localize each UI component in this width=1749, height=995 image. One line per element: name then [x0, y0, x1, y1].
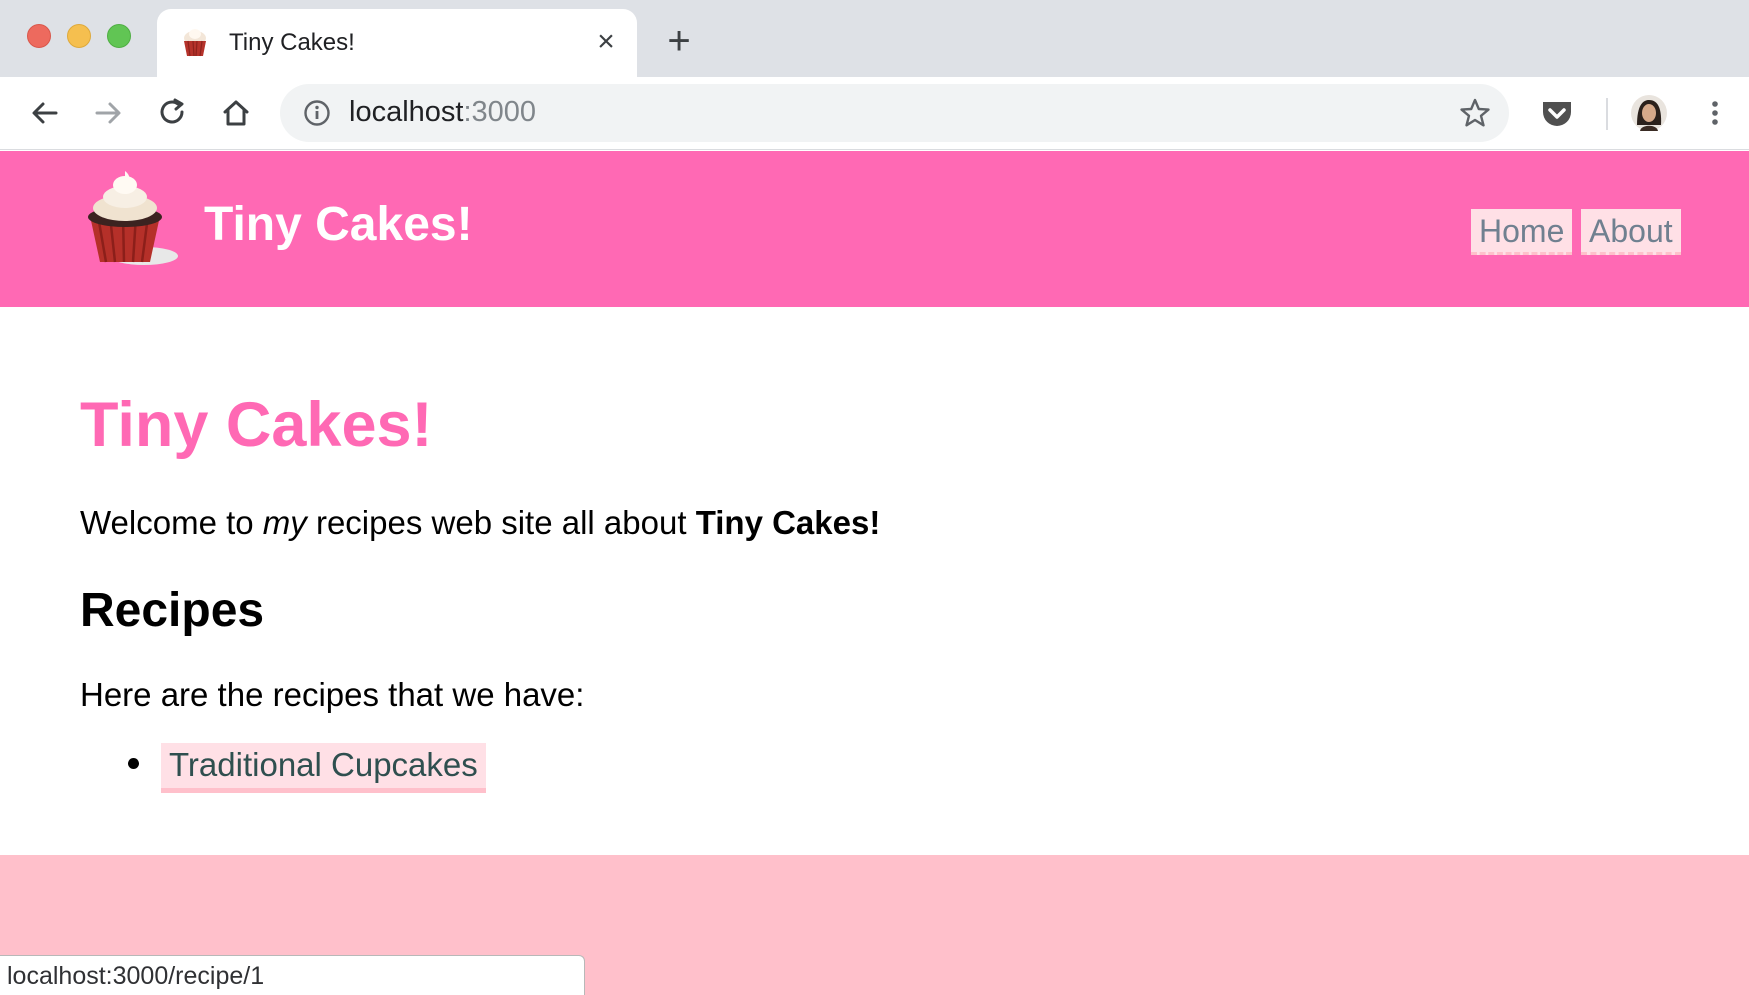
close-window-button[interactable]: [27, 24, 51, 48]
menu-icon[interactable]: [1697, 95, 1733, 131]
intro-strong: Tiny Cakes!: [695, 504, 881, 541]
cupcake-icon: [184, 29, 206, 57]
intro-part1: Welcome to: [80, 504, 263, 541]
bookmark-star-icon[interactable]: [1458, 96, 1492, 130]
address-bar[interactable]: localhost:3000: [280, 84, 1509, 142]
browser-tab[interactable]: Tiny Cakes! ×: [157, 9, 637, 77]
tab-strip: Tiny Cakes! × +: [0, 0, 1749, 77]
profile-avatar[interactable]: [1631, 95, 1667, 131]
intro-text: Welcome to my recipes web site all about…: [80, 504, 880, 542]
nav-home-link[interactable]: Home: [1471, 209, 1573, 255]
browser-toolbar: localhost:3000: [0, 77, 1749, 150]
recipe-link-traditional-cupcakes[interactable]: Traditional Cupcakes: [161, 743, 486, 793]
intro-part2: recipes web site all about: [306, 504, 696, 541]
minimize-window-button[interactable]: [67, 24, 91, 48]
status-bar: localhost:3000/recipe/1: [0, 955, 585, 995]
home-icon[interactable]: [218, 95, 254, 131]
close-tab-icon[interactable]: ×: [591, 27, 621, 57]
info-icon[interactable]: [303, 99, 331, 127]
url-host: localhost: [349, 96, 464, 128]
nav-about-link[interactable]: About: [1581, 209, 1681, 255]
maximize-window-button[interactable]: [107, 24, 131, 48]
list-bullet: [128, 758, 139, 769]
recipes-intro: Here are the recipes that we have:: [80, 676, 585, 713]
forward-icon[interactable]: [90, 95, 126, 131]
reload-icon[interactable]: [154, 95, 190, 131]
page-title: Tiny Cakes!: [80, 390, 433, 460]
status-url: localhost:3000/recipe/1: [7, 962, 265, 990]
intro-emphasis: my: [262, 504, 307, 541]
url-text[interactable]: localhost:3000: [349, 96, 536, 129]
site-title[interactable]: Tiny Cakes!: [204, 197, 473, 252]
recipes-heading: Recipes: [80, 584, 265, 637]
site-header: Tiny Cakes! Home About: [0, 151, 1749, 307]
cupcake-logo[interactable]: [78, 168, 182, 272]
pocket-icon[interactable]: [1539, 95, 1575, 131]
tab-title: Tiny Cakes!: [229, 29, 355, 56]
new-tab-button[interactable]: +: [661, 21, 697, 61]
toolbar-divider: [1606, 98, 1608, 130]
url-port: :3000: [463, 96, 537, 128]
back-icon[interactable]: [27, 95, 63, 131]
